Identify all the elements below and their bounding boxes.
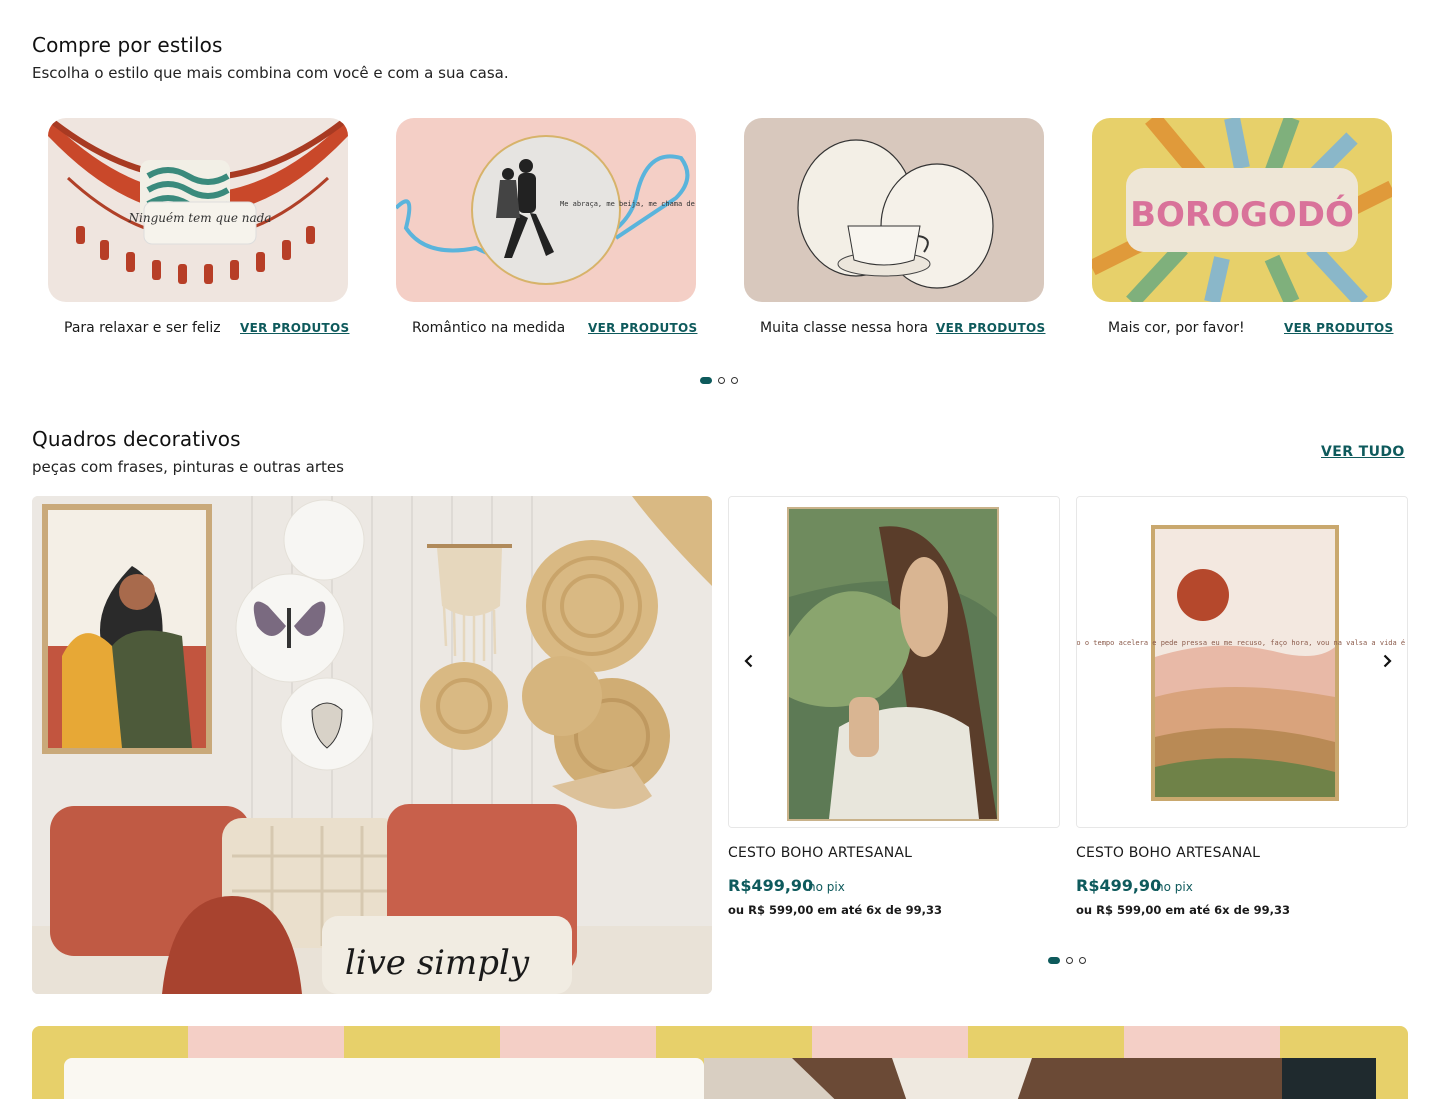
styles-carousel-dots <box>700 377 738 384</box>
pillow-text: Ninguém tem que nada <box>128 211 272 225</box>
product-installments-1: ou R$ 599,00 em até 6x de 99,33 <box>728 903 943 917</box>
product-image-1 <box>729 497 1059 827</box>
ver-produtos-link-romantic[interactable]: VER PRODUTOS <box>588 321 697 335</box>
style-label-colorful: Mais cor, por favor! <box>1108 320 1245 336</box>
products-dot-1[interactable] <box>1048 957 1060 964</box>
hero-pillow-text: live simply <box>345 943 530 983</box>
product-name-2[interactable]: CESTO BOHO ARTESANAL <box>1076 845 1260 861</box>
product-image-2: enquanto o tempo acelera e pede pressa e… <box>1077 497 1408 827</box>
carousel-dot-3[interactable] <box>731 377 738 384</box>
product-name-1[interactable]: CESTO BOHO ARTESANAL <box>728 845 912 861</box>
product-price-1: R$499,90 <box>728 876 814 895</box>
chevron-left-icon <box>744 654 753 668</box>
style-card-relax[interactable]: Ninguém tem que nada <box>48 118 348 302</box>
ver-produtos-link-colorful[interactable]: VER PRODUTOS <box>1284 321 1393 335</box>
decor-wall-illustration: live simply <box>32 496 712 994</box>
ver-tudo-link[interactable]: VER TUDO <box>1321 444 1405 460</box>
style-label-romantic: Romântico na medida <box>412 320 566 336</box>
quadros-section-subtitle: peças com frases, pinturas e outras arte… <box>32 458 344 476</box>
product-pix-1: no pix <box>808 880 845 894</box>
styles-section-title: Compre por estilos <box>32 33 223 57</box>
products-dot-2[interactable] <box>1066 957 1073 964</box>
styles-section-subtitle: Escolha o estilo que mais combina com vo… <box>32 64 509 82</box>
products-dot-3[interactable] <box>1079 957 1086 964</box>
product-card-1[interactable] <box>728 496 1060 828</box>
carousel-next-button[interactable] <box>1374 648 1400 674</box>
carousel-dot-1[interactable] <box>700 377 712 384</box>
plate-text: Me abraça, me beija, me chama de meu amo… <box>560 200 696 208</box>
quadros-hero-image[interactable]: live simply <box>32 496 712 994</box>
pillow-word: BOROGODÓ <box>1130 194 1354 235</box>
style-card-romantic[interactable]: Me abraça, me beija, me chama de meu amo… <box>396 118 696 302</box>
products-carousel-dots <box>1048 957 1086 964</box>
style-label-classy: Muita classe nessa hora <box>760 320 929 336</box>
quadros-section-title: Quadros decorativos <box>32 427 241 451</box>
poem-text: enquanto o tempo acelera e pede pressa e… <box>1077 639 1408 647</box>
classy-plates-image <box>744 118 1044 302</box>
style-card-classy[interactable] <box>744 118 1044 302</box>
hammock-image: Ninguém tem que nada <box>48 118 348 302</box>
carousel-prev-button[interactable] <box>736 648 762 674</box>
ver-produtos-link-relax[interactable]: VER PRODUTOS <box>240 321 349 335</box>
promo-banner[interactable] <box>32 1026 1408 1099</box>
product-price-2: R$499,90 <box>1076 876 1162 895</box>
product-card-2[interactable]: enquanto o tempo acelera e pede pressa e… <box>1076 496 1408 828</box>
style-card-colorful[interactable]: BOROGODÓ <box>1092 118 1392 302</box>
carousel-dot-2[interactable] <box>718 377 725 384</box>
style-label-relax: Para relaxar e ser feliz <box>64 320 221 336</box>
romantic-plate-image: Me abraça, me beija, me chama de meu amo… <box>396 118 696 302</box>
product-installments-2: ou R$ 599,00 em até 6x de 99,33 <box>1076 903 1291 917</box>
chevron-right-icon <box>1383 654 1392 668</box>
ver-produtos-link-classy[interactable]: VER PRODUTOS <box>936 321 1045 335</box>
banner-background <box>32 1026 1408 1099</box>
colorful-pillow-image: BOROGODÓ <box>1092 118 1392 302</box>
product-pix-2: no pix <box>1156 880 1193 894</box>
